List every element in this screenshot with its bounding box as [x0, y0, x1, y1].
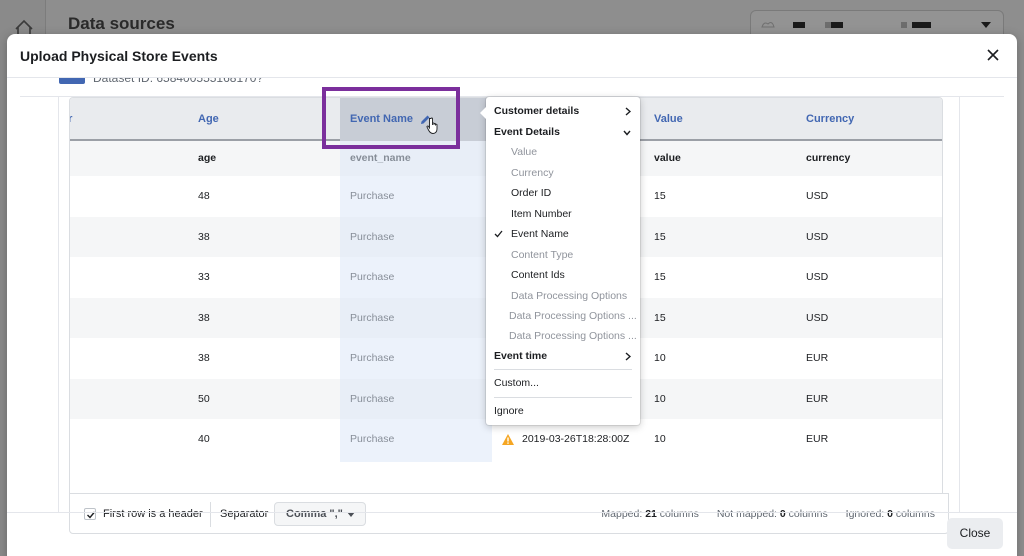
cell-currency: USD	[806, 311, 829, 324]
mapping-stats: Mapped: 21 columns Not mapped: 0 columns…	[586, 508, 935, 520]
background-page-title: Data sources	[68, 14, 175, 33]
event-time-value: 2019-03-26T18:28:00Z	[522, 433, 630, 446]
caret-down-icon	[981, 22, 991, 28]
cell-currency: USD	[806, 230, 829, 243]
warning-icon	[502, 433, 514, 445]
field-mapping-menu: Customer details Event Details Value Cur…	[480, 97, 640, 425]
cell-currency: USD	[806, 271, 829, 284]
modal-title: Upload Physical Store Events	[20, 48, 218, 64]
chevron-right-icon	[625, 107, 631, 116]
separator-select[interactable]: Comma ","	[274, 502, 366, 526]
not-mapped-stat: Not mapped: 0 columns	[716, 508, 828, 520]
cell-age: 33	[198, 271, 210, 284]
redacted-block	[793, 22, 805, 28]
mapped-stat: Mapped: 21 columns	[601, 508, 699, 520]
divider	[210, 502, 211, 527]
cell-value: 15	[654, 271, 666, 284]
menu-divider	[494, 397, 632, 398]
menu-item-ignore[interactable]: Ignore	[486, 401, 640, 421]
menu-item-value[interactable]: Value	[486, 142, 640, 162]
field-name: event_name	[350, 152, 411, 164]
column-header[interactable]: er	[70, 98, 122, 141]
chevron-down-icon	[623, 130, 631, 136]
redacted-block	[912, 22, 931, 28]
menu-item-customer-details[interactable]: Customer details	[486, 101, 640, 121]
cell-event-name: Purchase	[350, 311, 395, 324]
first-row-header-label[interactable]: First row is a header	[103, 508, 203, 520]
modal-header: Upload Physical Store Events	[7, 34, 1017, 78]
hand-cursor-icon	[426, 117, 438, 134]
cell-event-name: Purchase	[350, 392, 395, 405]
table-footer: First row is a header Separator Comma ",…	[69, 493, 949, 534]
cell-event-name: Purchase	[350, 190, 395, 203]
menu-item-custom[interactable]: Custom...	[486, 373, 640, 393]
dataset-info: Dataset ID: 658400555168170?	[57, 78, 457, 92]
menu-item-data-processing-options[interactable]: Data Processing Options	[486, 286, 640, 306]
cell-value: 15	[654, 190, 666, 203]
cell-age: 38	[198, 352, 210, 365]
cell-event-name: Purchase	[350, 230, 395, 243]
cell-age: 48	[198, 190, 210, 203]
menu-item-event-name[interactable]: Event Name	[486, 224, 640, 244]
menu-item-event-details[interactable]: Event Details	[486, 122, 640, 142]
menu-item-data-processing-options-country[interactable]: Data Processing Options ...	[486, 306, 640, 326]
field-name: currency	[806, 152, 851, 164]
separator-value: Comma ","	[286, 508, 343, 520]
menu-item-currency[interactable]: Currency	[486, 163, 640, 183]
menu-divider	[494, 369, 632, 370]
field-name: age	[198, 152, 217, 164]
cell-currency: EUR	[806, 433, 829, 446]
menu-item-order-id[interactable]: Order ID	[486, 183, 640, 203]
first-row-header-checkbox[interactable]	[84, 508, 96, 520]
table-row: 40 Purchase 2019-03-26T18:28:00Z 10 EUR	[70, 419, 942, 460]
cell-event-name: Purchase	[350, 433, 395, 446]
dataset-id: Dataset ID: 658400555168170?	[93, 78, 264, 85]
cell-value: 10	[654, 352, 666, 365]
column-header-event-name[interactable]: Event Name	[340, 98, 492, 141]
cell-age: 40	[198, 433, 210, 446]
menu-item-event-time[interactable]: Event time	[486, 346, 640, 366]
checkmark-icon	[87, 511, 96, 519]
redacted-block	[901, 22, 907, 28]
divider	[959, 96, 960, 512]
cell-value: 10	[654, 392, 666, 405]
cell-currency: USD	[806, 190, 829, 203]
cell-event-time: 2019-03-26T18:28:00Z	[502, 419, 629, 460]
menu-item-content-ids[interactable]: Content Ids	[486, 265, 640, 285]
chevron-right-icon	[625, 351, 631, 361]
menu-item-content-type[interactable]: Content Type	[486, 245, 640, 265]
cell-age: 38	[198, 230, 210, 243]
divider	[58, 96, 59, 512]
cell-currency: EUR	[806, 392, 829, 405]
cell-event-name: Purchase	[350, 271, 395, 284]
column-header-currency[interactable]: Currency	[806, 98, 942, 141]
close-button[interactable]: Close	[947, 518, 1003, 549]
cell-currency: EUR	[806, 352, 829, 365]
column-header-age[interactable]: Age	[198, 98, 338, 141]
dataset-badge	[59, 78, 85, 84]
menu-item-item-number[interactable]: Item Number	[486, 204, 640, 224]
cloud-icon	[761, 22, 775, 28]
field-name: value	[654, 152, 681, 164]
cell-value: 15	[654, 230, 666, 243]
ignored-stat: Ignored: 0 columns	[845, 508, 935, 520]
cell-value: 15	[654, 311, 666, 324]
redacted-block	[831, 22, 843, 28]
column-header-value[interactable]: Value	[654, 98, 794, 141]
divider	[7, 512, 1017, 513]
checkmark-icon	[494, 230, 503, 238]
menu-item-data-processing-options-state[interactable]: Data Processing Options ...	[486, 326, 640, 346]
separator-label: Separator	[220, 508, 269, 520]
cell-event-name: Purchase	[350, 352, 395, 365]
cell-age: 38	[198, 311, 210, 324]
cell-value: 10	[654, 433, 666, 446]
cell-age: 50	[198, 392, 210, 405]
close-icon[interactable]	[986, 48, 1000, 62]
